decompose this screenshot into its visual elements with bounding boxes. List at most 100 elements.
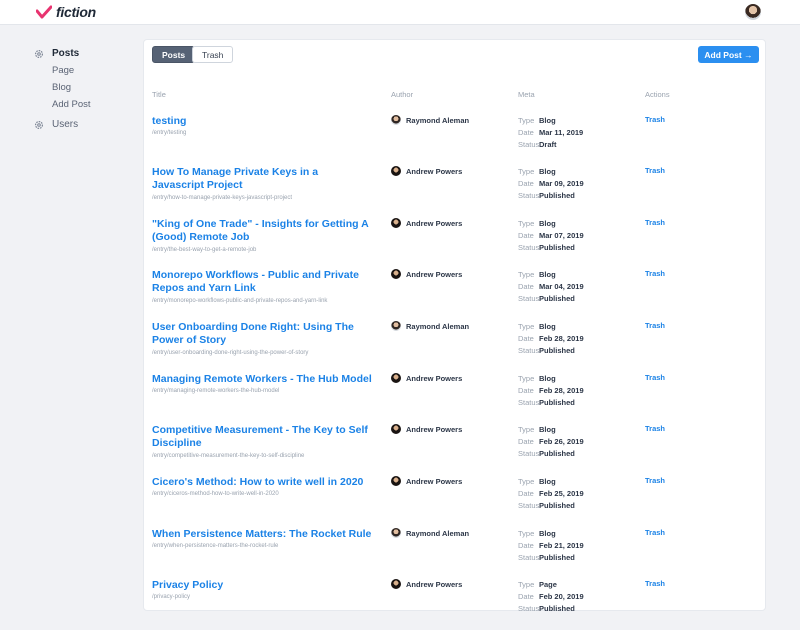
meta-key-date: Date (518, 489, 534, 498)
post-meta: Type Blog Date Feb 25, 2019 Status Published (518, 476, 584, 512)
meta-key-date: Date (518, 179, 534, 188)
column-header-title: Title (152, 90, 166, 99)
author-name: Andrew Powers (406, 269, 463, 279)
post-title-link[interactable]: Privacy Policy (152, 579, 372, 592)
author-avatar (391, 321, 401, 331)
post-title-link[interactable]: Competitive Measurement - The Key to Sel… (152, 424, 372, 450)
post-title-link[interactable]: How To Manage Private Keys in a Javascri… (152, 166, 372, 192)
post-meta: Type Page Date Feb 20, 2019 Status Published (518, 579, 584, 615)
post-author: Andrew Powers (391, 476, 462, 486)
meta-value-type: Blog (539, 219, 556, 228)
trash-link[interactable]: Trash (645, 373, 665, 382)
trash-link[interactable]: Trash (645, 115, 665, 124)
author-name: Raymond Aleman (406, 528, 470, 538)
meta-key-type: Type (518, 167, 535, 176)
meta-key-date: Date (518, 231, 534, 240)
meta-value-status: Published (539, 398, 575, 407)
app-logo-text: fiction (56, 4, 96, 20)
table-row: Managing Remote Workers - The Hub Model /… (144, 373, 765, 424)
post-meta: Type Blog Date Feb 28, 2019 Status Published (518, 373, 584, 409)
sidebar-item-add-post[interactable]: Add Post (34, 96, 134, 113)
trash-link[interactable]: Trash (645, 166, 665, 175)
table-row: Monorepo Workflows - Public and Private … (144, 269, 765, 320)
post-meta: Type Blog Date Feb 21, 2019 Status Published (518, 528, 584, 564)
meta-value-type: Blog (539, 167, 556, 176)
meta-key-type: Type (518, 116, 535, 125)
post-path: /entry/managing-remote-workers-the-hub-m… (152, 388, 280, 394)
meta-key-date: Date (518, 437, 534, 446)
post-meta: Type Blog Date Mar 11, 2019 Status Draft (518, 115, 583, 151)
meta-key-status: Status (518, 243, 540, 252)
post-title-link[interactable]: Managing Remote Workers - The Hub Model (152, 373, 372, 386)
meta-value-status: Published (539, 346, 575, 355)
trash-link[interactable]: Trash (645, 321, 665, 330)
meta-key-date: Date (518, 386, 534, 395)
meta-key-status: Status (518, 294, 540, 303)
add-post-button[interactable]: Add Post → (698, 46, 759, 63)
meta-value-type: Blog (539, 270, 556, 279)
author-avatar (391, 528, 401, 538)
meta-key-date: Date (518, 334, 534, 343)
gear-icon (34, 49, 44, 59)
post-path: /entry/monorepo-workflows-public-and-pri… (152, 298, 328, 304)
table-row: "King of One Trade" - Insights for Getti… (144, 218, 765, 269)
gear-icon (34, 120, 44, 130)
app-logo[interactable]: fiction (36, 4, 96, 20)
trash-link[interactable]: Trash (645, 218, 665, 227)
sidebar-item-posts[interactable]: Posts (34, 45, 134, 62)
post-title-link[interactable]: When Persistence Matters: The Rocket Rul… (152, 528, 372, 541)
post-path: /privacy-policy (152, 594, 191, 600)
trash-link[interactable]: Trash (645, 528, 665, 537)
author-avatar (391, 476, 401, 486)
meta-key-status: Status (518, 346, 540, 355)
sidebar-item-label: Posts (52, 48, 80, 59)
meta-key-date: Date (518, 128, 534, 137)
trash-link[interactable]: Trash (645, 579, 665, 588)
sidebar-item-page[interactable]: Page (34, 62, 134, 79)
top-bar: fiction (0, 0, 800, 25)
meta-value-status: Published (539, 243, 575, 252)
user-avatar[interactable] (745, 4, 761, 20)
meta-value-type: Blog (539, 322, 556, 331)
tab-trash[interactable]: Trash (192, 46, 234, 63)
meta-key-date: Date (518, 541, 534, 550)
author-name: Andrew Powers (406, 476, 463, 486)
post-title-link[interactable]: Monorepo Workflows - Public and Private … (152, 269, 372, 295)
meta-key-type: Type (518, 322, 535, 331)
post-title-link[interactable]: testing (152, 115, 372, 128)
author-name: Raymond Aleman (406, 115, 470, 125)
meta-key-status: Status (518, 449, 540, 458)
post-title-link[interactable]: User Onboarding Done Right: Using The Po… (152, 321, 372, 347)
post-author: Raymond Aleman (391, 321, 469, 331)
author-avatar (391, 218, 401, 228)
meta-value-date: Feb 20, 2019 (539, 592, 584, 601)
meta-value-type: Page (539, 580, 557, 589)
trash-link[interactable]: Trash (645, 424, 665, 433)
sidebar-item-blog[interactable]: Blog (34, 79, 134, 96)
post-meta: Type Blog Date Mar 09, 2019 Status Published (518, 166, 584, 202)
post-path: /entry/competitive-measurement-the-key-t… (152, 453, 305, 459)
post-author: Andrew Powers (391, 424, 462, 434)
post-title-link[interactable]: Cicero's Method: How to write well in 20… (152, 476, 372, 489)
meta-key-status: Status (518, 398, 540, 407)
sidebar-item-users[interactable]: Users (34, 116, 134, 133)
meta-value-type: Blog (539, 116, 556, 125)
trash-link[interactable]: Trash (645, 476, 665, 485)
trash-link[interactable]: Trash (645, 269, 665, 278)
post-title-link[interactable]: "King of One Trade" - Insights for Getti… (152, 218, 372, 244)
author-name: Andrew Powers (406, 166, 463, 176)
post-meta: Type Blog Date Feb 26, 2019 Status Published (518, 424, 584, 460)
author-name: Raymond Aleman (406, 321, 470, 331)
meta-key-status: Status (518, 604, 540, 613)
meta-key-status: Status (518, 501, 540, 510)
meta-value-type: Blog (539, 529, 556, 538)
column-header-meta: Meta (518, 90, 535, 99)
table-row: How To Manage Private Keys in a Javascri… (144, 166, 765, 217)
post-path: /entry/testing (152, 130, 187, 136)
meta-value-date: Mar 07, 2019 (539, 231, 584, 240)
post-meta: Type Blog Date Mar 04, 2019 Status Published (518, 269, 584, 305)
meta-key-type: Type (518, 529, 535, 538)
meta-value-type: Blog (539, 477, 556, 486)
tab-posts[interactable]: Posts (152, 46, 196, 63)
meta-value-date: Mar 04, 2019 (539, 282, 584, 291)
